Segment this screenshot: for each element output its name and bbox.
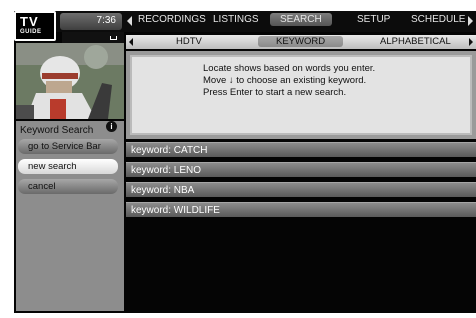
nav-search[interactable]: SEARCH (270, 13, 332, 26)
keyword-row[interactable]: keyword: WILDLIFE (126, 202, 476, 217)
live-video-preview (16, 43, 124, 119)
instruction-line: Press Enter to start a new search. (203, 87, 347, 98)
keyword-search-panel: Keyword Search i go to Service Bar new s… (16, 121, 124, 311)
keyword-row[interactable]: keyword: LENO (126, 162, 476, 177)
panel-title: Keyword Search (20, 125, 94, 136)
instructions-box: Locate shows based on words you enter. M… (126, 51, 476, 139)
nav-recordings[interactable]: RECORDINGS (138, 14, 206, 25)
keyword-row[interactable]: keyword: CATCH (126, 142, 476, 157)
mini-status-bar (62, 32, 124, 43)
nav-setup[interactable]: SETUP (357, 14, 390, 25)
nav-right-arrow-icon[interactable] (468, 16, 473, 26)
nav-listings[interactable]: LISTINGS (213, 14, 259, 25)
tab-alphabetical[interactable]: ALPHABETICAL (380, 36, 451, 47)
clock: 7:36 (60, 13, 122, 30)
tv-guide-logo: TV GUIDE (14, 11, 56, 41)
info-icon[interactable]: i (106, 121, 117, 132)
tab-hdtv[interactable]: HDTV (176, 36, 202, 47)
lock-icon (110, 36, 117, 40)
subtab-right-arrow-icon[interactable] (469, 38, 473, 46)
video-thumbnail (16, 43, 124, 119)
instruction-line: Move ↓ to choose an existing keyword. (203, 75, 367, 86)
instructions-text: Locate shows based on words you enter. M… (130, 55, 472, 135)
cancel-button[interactable]: cancel (18, 179, 118, 194)
keyword-row[interactable]: keyword: NBA (126, 182, 476, 197)
instruction-line: Locate shows based on words you enter. (203, 63, 376, 74)
tab-keyword[interactable]: KEYWORD (258, 36, 344, 47)
search-subtabs: HDTV KEYWORD ALPHABETICAL (126, 35, 476, 49)
nav-schedule[interactable]: SCHEDULE (411, 14, 465, 25)
go-to-service-bar-button[interactable]: go to Service Bar (18, 139, 118, 154)
top-navigation-bar: 7:36 RECORDINGS LISTINGS SEARCH SETUP SC… (14, 11, 476, 32)
logo-tv: TV (20, 14, 39, 29)
subtab-left-arrow-icon[interactable] (129, 38, 133, 46)
logo-guide: GUIDE (20, 29, 42, 35)
new-search-button[interactable]: new search (18, 159, 118, 174)
nav-left-arrow-icon[interactable] (127, 16, 132, 26)
tv-guide-screen: 7:36 RECORDINGS LISTINGS SEARCH SETUP SC… (14, 11, 476, 313)
